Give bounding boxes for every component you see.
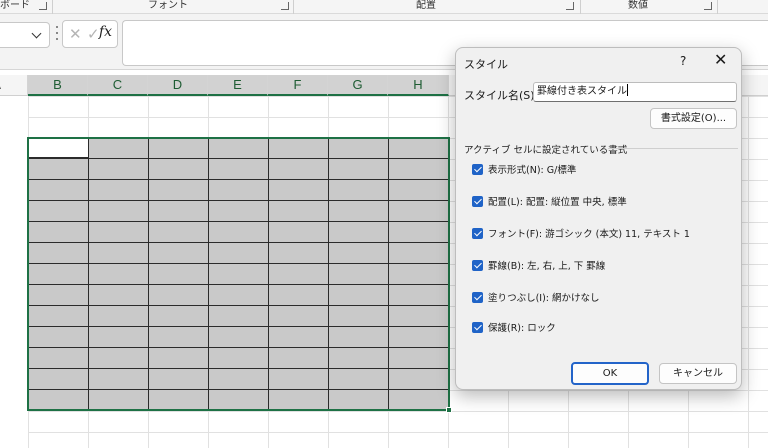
ribbon-separator	[52, 0, 53, 14]
checkbox-checked-icon[interactable]	[472, 259, 483, 271]
format-button[interactable]: 書式設定(O)...	[650, 108, 737, 129]
checkbox-checked-icon[interactable]	[472, 321, 483, 333]
column-header-g[interactable]: G	[328, 75, 388, 96]
style-name-value: 罫線付き表スタイル	[537, 86, 627, 97]
checkbox-font[interactable]: フォント(F): 游ゴシック (本文) 11, テキスト 1	[472, 226, 690, 240]
checkbox-checked-icon[interactable]	[472, 163, 483, 175]
number-format-label: 表示形式(N):	[488, 165, 544, 176]
fill-handle[interactable]	[446, 407, 452, 413]
selection-border	[27, 137, 450, 411]
section-divider	[608, 148, 738, 149]
checkbox-alignment[interactable]: 配置(L): 配置: 縦位置 中央, 標準	[472, 194, 627, 208]
border-value: 左, 右, 上, 下 罫線	[527, 261, 606, 272]
column-header-f[interactable]: F	[268, 75, 328, 96]
font-value: 游ゴシック (本文) 11, テキスト 1	[545, 229, 690, 240]
column-header-b[interactable]: B	[28, 75, 88, 96]
formula-bar-resize-handle[interactable]	[56, 26, 59, 40]
alignment-value: 配置: 縦位置 中央, 標準	[525, 197, 627, 208]
ribbon-separator	[580, 0, 581, 14]
name-box[interactable]	[0, 22, 50, 48]
alignment-launcher-icon[interactable]	[566, 2, 574, 10]
column-header-c[interactable]: C	[88, 75, 148, 96]
text-caret	[627, 84, 628, 96]
font-label: フォント(F):	[488, 229, 543, 240]
protection-value: ロック	[527, 323, 556, 334]
number-format-value: G/標準	[546, 165, 577, 176]
insert-function-button[interactable]: fx	[99, 24, 112, 40]
column-header-d[interactable]: D	[148, 75, 208, 96]
checkbox-checked-icon[interactable]	[472, 227, 483, 239]
cancel-formula-icon[interactable]: ✕	[69, 25, 82, 43]
checkbox-number-format[interactable]: 表示形式(N): G/標準	[472, 162, 576, 176]
column-a-area[interactable]	[0, 96, 28, 448]
checkbox-border[interactable]: 罫線(B): 左, 右, 上, 下 罫線	[472, 258, 605, 272]
style-name-input[interactable]: 罫線付き表スタイル	[533, 82, 737, 102]
alignment-label: 配置(L):	[488, 197, 523, 208]
ribbon-group-clipboard-label: ボード	[0, 0, 30, 11]
number-launcher-icon[interactable]	[704, 2, 712, 10]
column-header-a[interactable]: A	[0, 75, 28, 96]
dialog-title: スタイル	[464, 58, 508, 71]
checkbox-protection[interactable]: 保護(R): ロック	[472, 320, 556, 334]
ribbon-group-alignment-label: 配置	[416, 0, 436, 11]
ribbon-group-number-label: 数値	[628, 0, 648, 11]
enter-formula-icon[interactable]: ✓	[87, 25, 100, 43]
column-header-h[interactable]: H	[388, 75, 449, 96]
cancel-button[interactable]: キャンセル	[659, 363, 737, 384]
font-launcher-icon[interactable]	[281, 2, 289, 10]
ribbon-separator	[293, 0, 294, 14]
style-dialog: スタイル ? ✕ スタイル名(S): 罫線付き表スタイル 書式設定(O)... …	[455, 47, 742, 390]
fill-label: 塗りつぶし(I):	[488, 293, 550, 304]
formula-buttons: ✕ ✓ fx	[62, 20, 118, 48]
help-icon[interactable]: ?	[680, 54, 686, 68]
chevron-down-icon[interactable]	[31, 28, 42, 39]
checkbox-checked-icon[interactable]	[472, 291, 483, 303]
border-label: 罫線(B):	[488, 261, 525, 272]
checkbox-fill[interactable]: 塗りつぶし(I): 網かけなし	[472, 290, 600, 304]
close-icon[interactable]: ✕	[714, 51, 727, 69]
ribbon-separator	[717, 0, 718, 14]
clipboard-launcher-icon[interactable]	[39, 2, 47, 10]
ribbon-group-font-label: フォント	[148, 0, 188, 11]
ribbon-group-labels: ボード フォント 配置 数値	[0, 0, 768, 14]
section-title: アクティブ セルに設定されている書式	[464, 145, 628, 156]
column-header-e[interactable]: E	[208, 75, 268, 96]
ok-button[interactable]: OK	[571, 362, 649, 385]
style-name-label: スタイル名(S):	[464, 89, 539, 102]
checkbox-checked-icon[interactable]	[472, 195, 483, 207]
protection-label: 保護(R):	[488, 323, 525, 334]
fill-value: 網かけなし	[552, 293, 600, 304]
